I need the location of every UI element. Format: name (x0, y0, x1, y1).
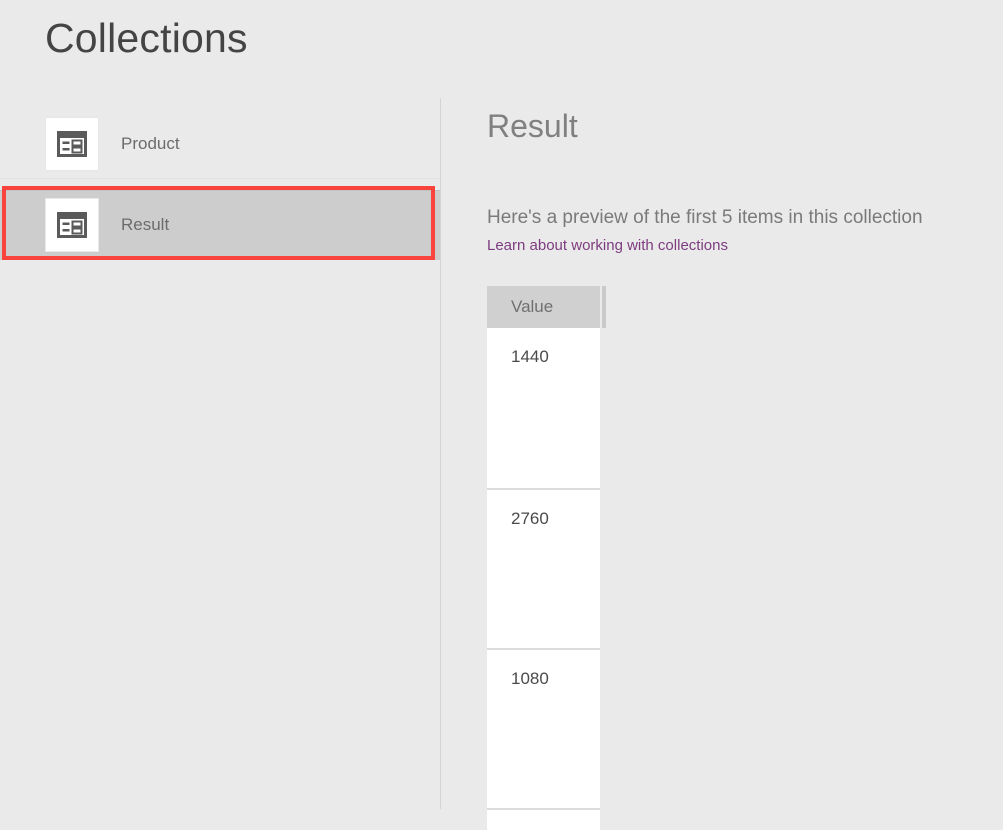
table-row[interactable]: 2760 (487, 488, 600, 648)
collection-table-icon (45, 198, 99, 252)
column-resize-handle[interactable] (602, 286, 606, 328)
sidebar-item-label: Result (121, 215, 170, 234)
learn-about-collections-link[interactable]: Learn about working with collections (487, 237, 728, 254)
sidebar-item-product[interactable]: Product (0, 109, 440, 179)
sidebar-item-label: Product (121, 133, 180, 153)
sidebar-item-result[interactable]: Result (0, 190, 440, 260)
table-row[interactable] (487, 808, 600, 830)
collection-preview-table: Value 1440 2760 1080 (487, 286, 649, 830)
table-cell-value: 1080 (511, 669, 549, 688)
collection-detail-pane: Result Here's a preview of the first 5 i… (441, 96, 1003, 830)
preview-note: Here's a preview of the first 5 items in… (487, 207, 923, 228)
table-cell-value: 2760 (511, 509, 549, 528)
page-title: Collections (45, 15, 248, 61)
table-header-row: Value (487, 286, 649, 328)
table-column-header-value[interactable]: Value (487, 286, 600, 328)
collection-table-icon (45, 116, 99, 171)
table-cell-value: 1440 (511, 347, 549, 366)
table-row[interactable]: 1080 (487, 648, 600, 808)
table-body: 1440 2760 1080 (487, 328, 600, 830)
collections-list-pane: Product Result (0, 96, 440, 809)
table-row[interactable]: 1440 (487, 328, 600, 488)
detail-title: Result (487, 108, 578, 144)
